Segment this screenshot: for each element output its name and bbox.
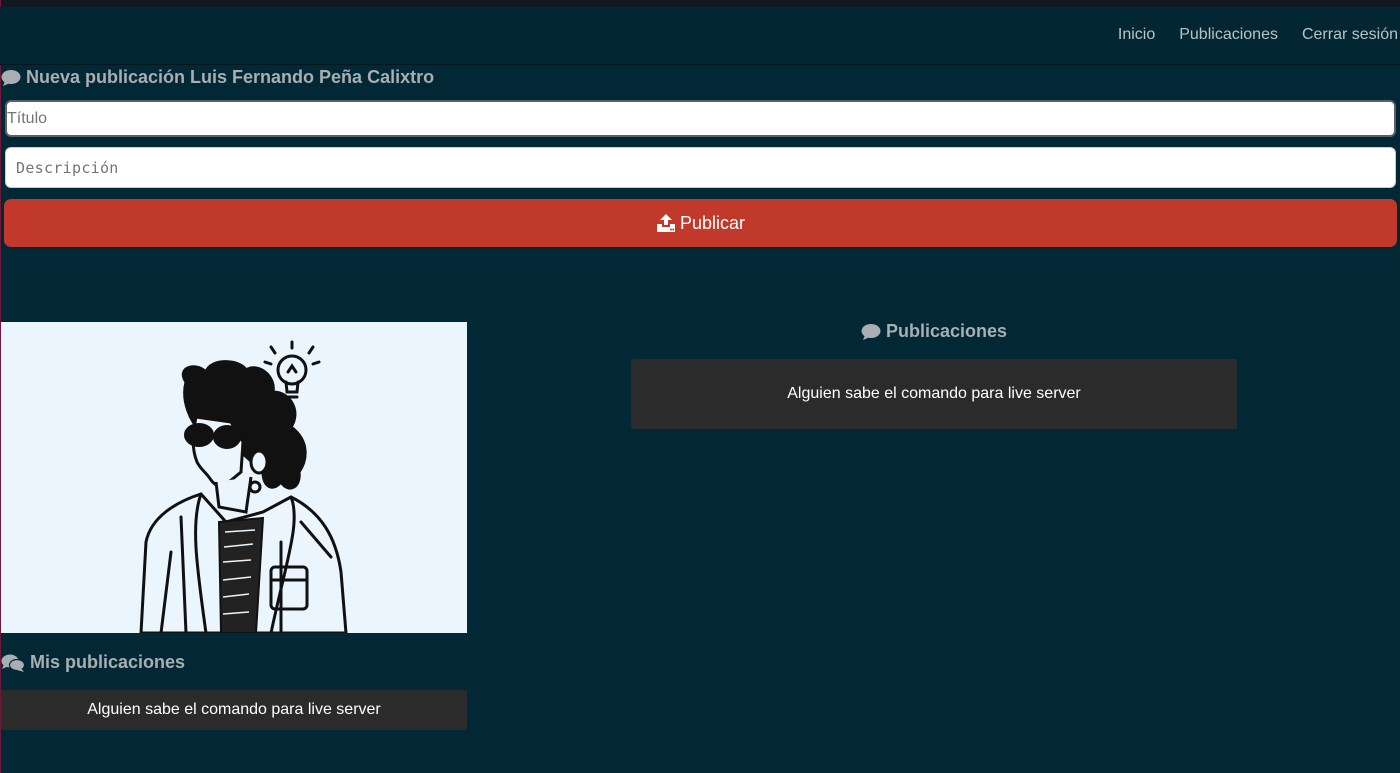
my-post-card[interactable]: Alguien sabe el comando para live server [1,690,467,730]
feed-heading: Publicaciones [631,321,1237,342]
profile-illustration [1,322,467,633]
upload-icon [656,214,675,232]
nav-link-inicio[interactable]: Inicio [1118,26,1155,44]
nav-links: Inicio Publicaciones Cerrar sesión [1118,26,1398,44]
comment-icon [1,69,21,86]
top-strip [0,0,1400,7]
new-post-heading-text: Nueva publicación Luis Fernando Peña Cal… [26,67,435,87]
publish-button-label: Publicar [679,212,746,233]
my-posts-heading: Mis publicaciones [1,652,185,673]
title-input[interactable] [5,100,1396,137]
person-lightbulb-illustration [139,340,348,633]
my-posts-heading-text: Mis publicaciones [30,652,186,672]
my-post-card-text: Alguien sabe el comando para live server [87,701,381,718]
publish-button[interactable]: Publicar [4,199,1397,247]
comment-icon [861,323,881,340]
nav-link-publicaciones[interactable]: Publicaciones [1179,26,1278,44]
nav-link-cerrar-sesion[interactable]: Cerrar sesión [1302,26,1398,44]
navbar: Inicio Publicaciones Cerrar sesión [0,7,1400,65]
comments-icon [1,654,25,672]
description-input[interactable] [5,147,1396,188]
feed-post-card-text: Alguien sabe el comando para live server [787,385,1081,402]
feed-heading-text: Publicaciones [885,321,1008,341]
feed-post-card[interactable]: Alguien sabe el comando para live server [631,359,1237,429]
new-post-heading: Nueva publicación Luis Fernando Peña Cal… [1,67,434,88]
